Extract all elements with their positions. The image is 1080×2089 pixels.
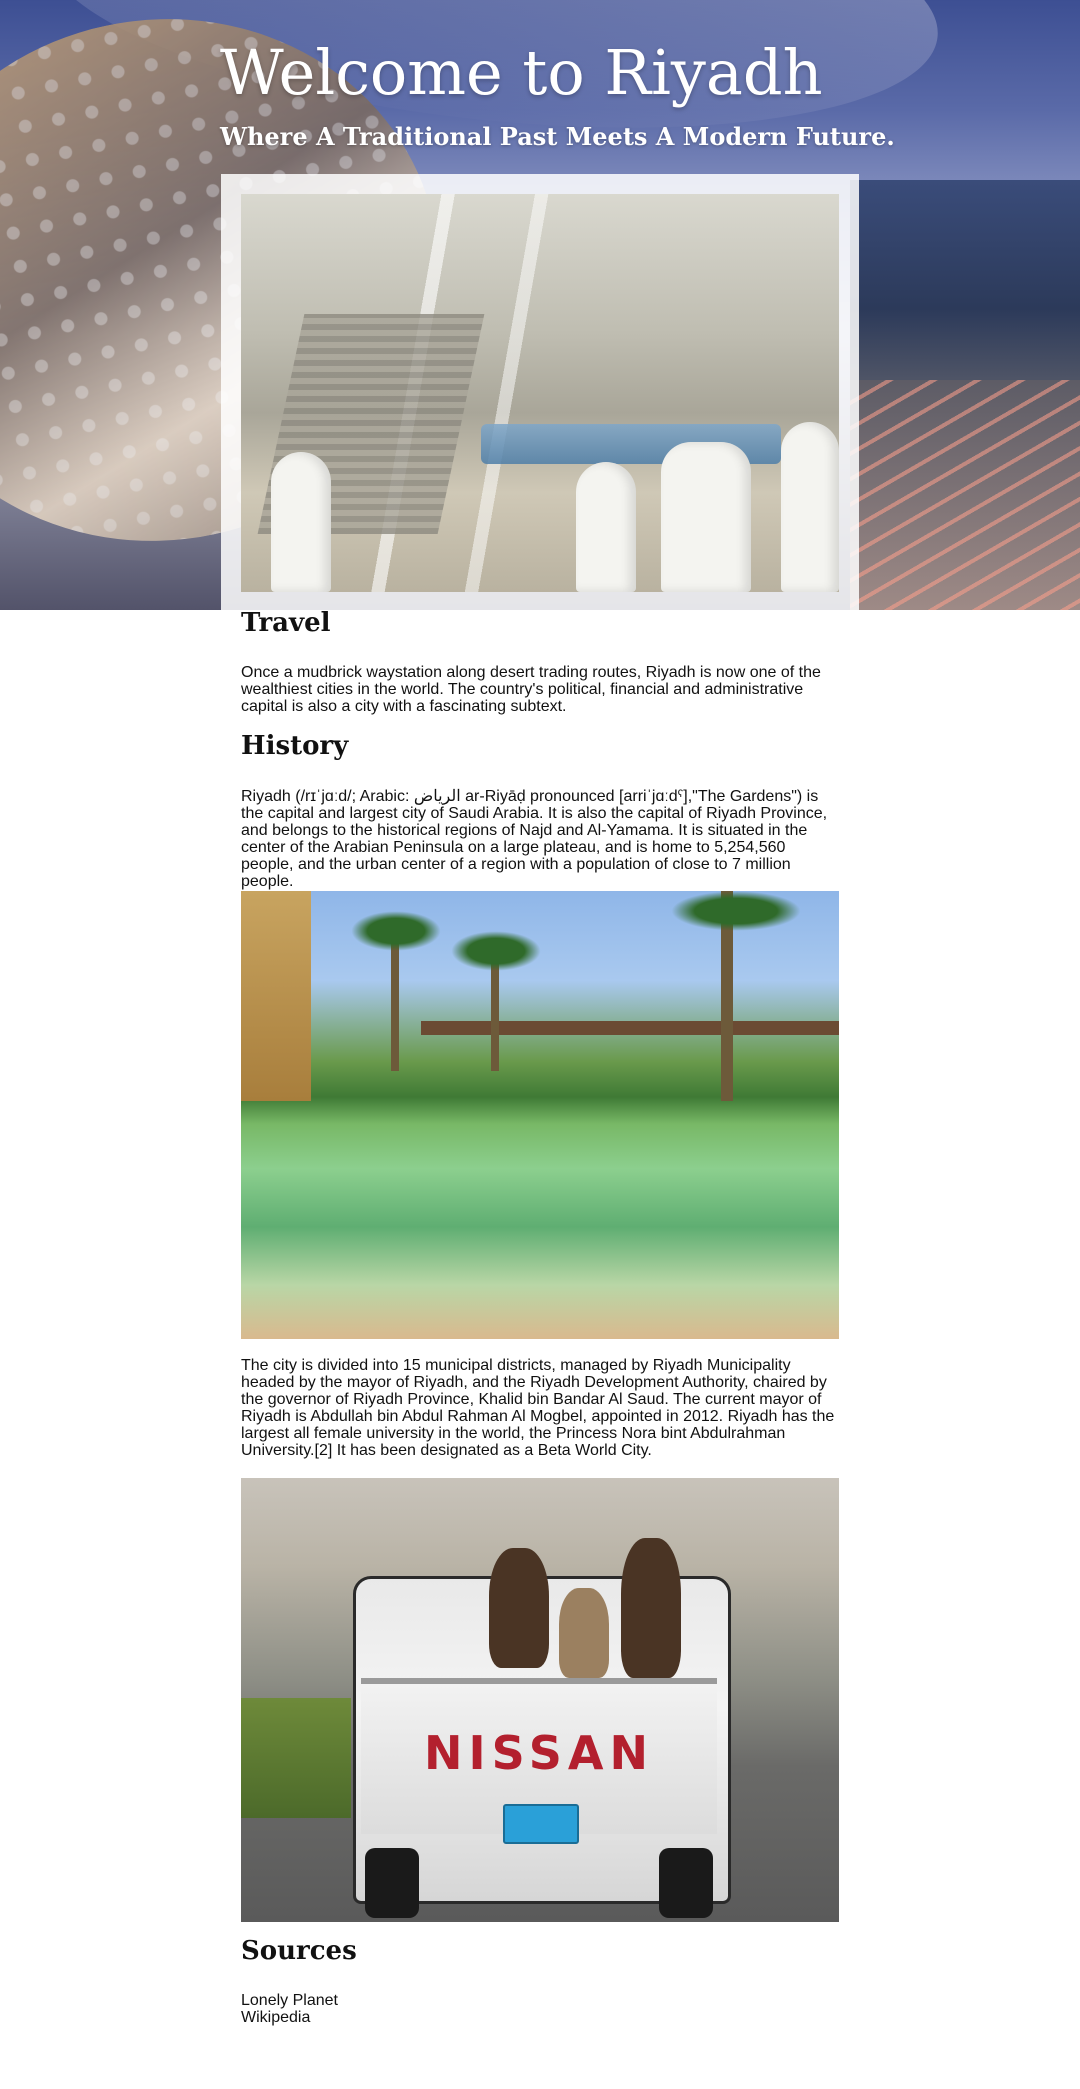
palm-crown xyxy=(451,931,541,971)
person-figure xyxy=(271,452,331,592)
person-figure xyxy=(781,422,839,592)
page-title: Welcome to Riyadh xyxy=(220,36,823,109)
building-wall-graphic xyxy=(241,891,311,1101)
roadside-vegetation xyxy=(241,1698,351,1818)
palm-trunk xyxy=(391,931,399,1071)
camel-truck-image: NISSAN xyxy=(241,1478,839,1922)
page-subtitle: Where A Traditional Past Meets A Modern … xyxy=(220,122,895,151)
wheel-graphic xyxy=(365,1848,419,1918)
sources-heading: Sources xyxy=(241,1936,357,1966)
sources-list: Lonely Planet Wikipedia xyxy=(241,1992,338,2026)
palm-crown xyxy=(671,891,801,931)
travel-text: Once a mudbrick waystation along desert … xyxy=(241,664,821,715)
truck-brand-text: NISSAN xyxy=(424,1726,654,1780)
pergola-graphic xyxy=(421,1021,839,1035)
history-text-2: The city is divided into 15 municipal di… xyxy=(241,1357,835,1459)
hero-bg-road xyxy=(850,380,1080,610)
camel-graphic xyxy=(489,1548,549,1668)
camel-graphic xyxy=(559,1588,609,1678)
person-figure xyxy=(661,442,751,592)
source-item: Lonely Planet xyxy=(241,1992,338,2009)
history-text: Riyadh (/rɪˈjɑːd/; Arabic: الرياض ar-Riy… xyxy=(241,788,828,890)
wheel-graphic xyxy=(659,1848,713,1918)
person-figure xyxy=(576,462,636,592)
history-heading: History xyxy=(241,731,349,761)
license-plate xyxy=(503,1804,579,1844)
garden-pool-image xyxy=(241,891,839,1339)
palm-crown xyxy=(351,911,441,951)
travel-heading: Travel xyxy=(241,608,331,638)
metro-station-image xyxy=(241,194,839,592)
source-item: Wikipedia xyxy=(241,2009,311,2026)
camel-graphic xyxy=(621,1538,681,1678)
